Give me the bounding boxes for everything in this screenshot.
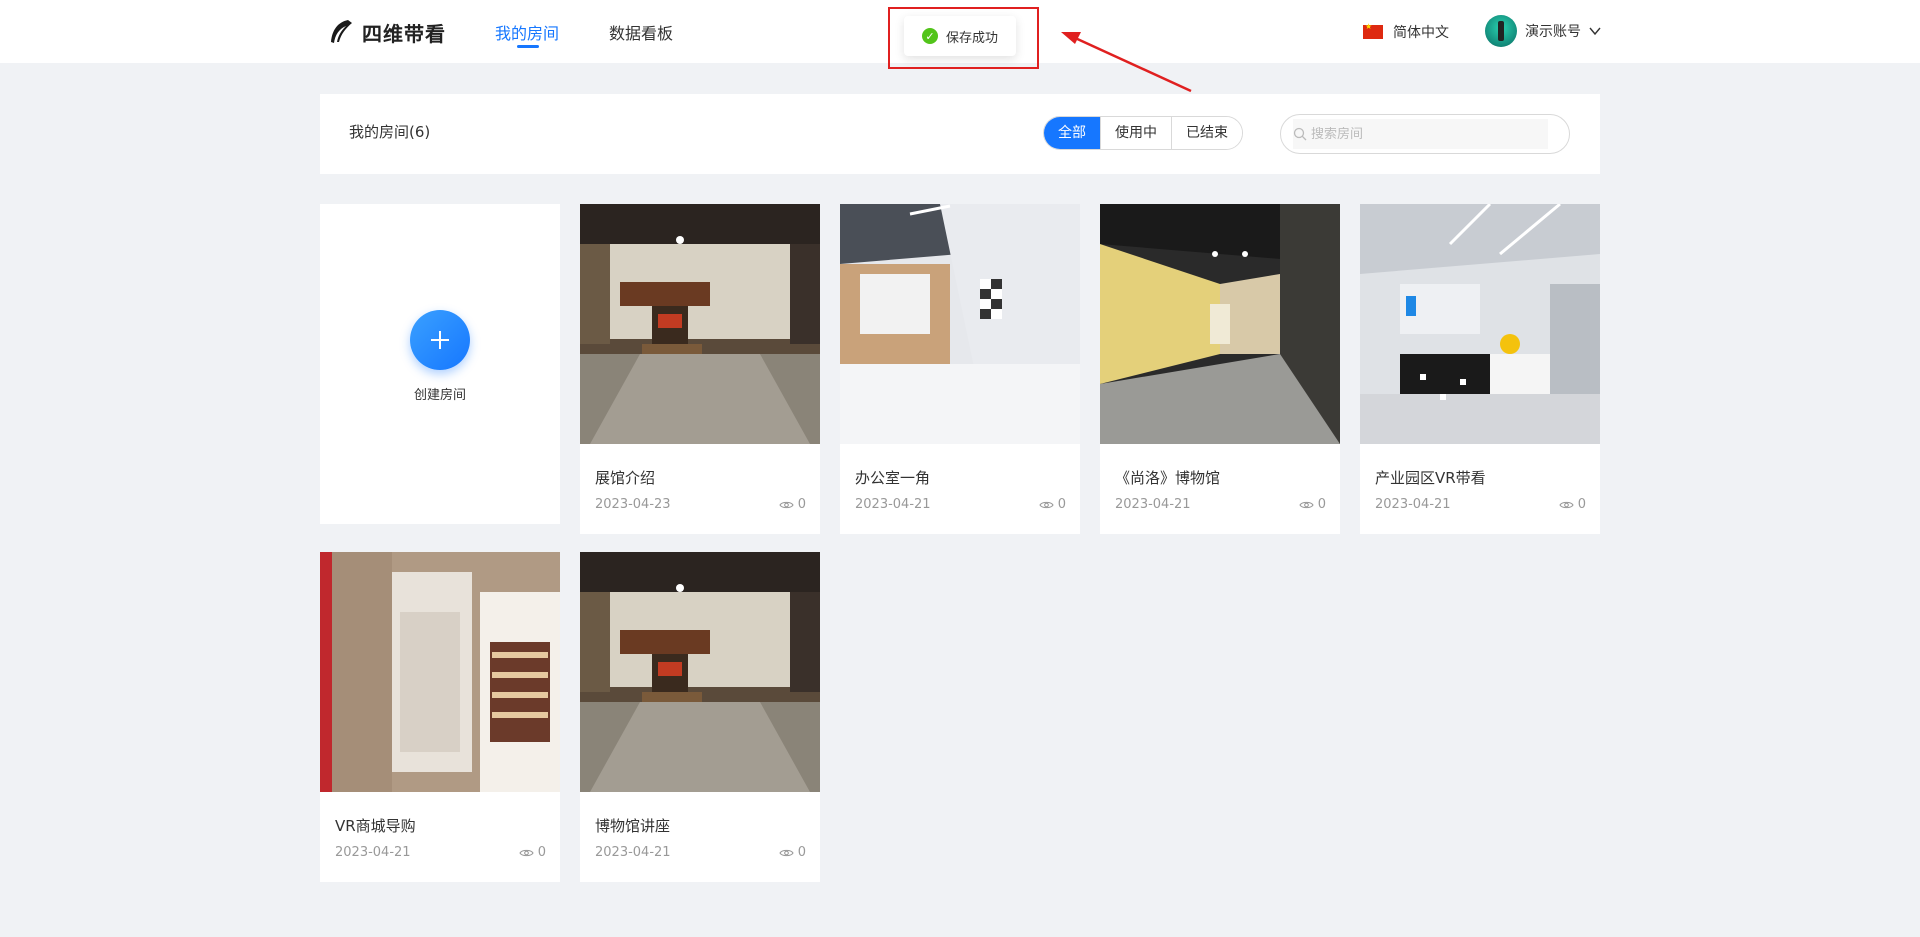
create-room-label: 创建房间 <box>413 388 466 403</box>
room-views-count: 0 <box>1577 497 1586 512</box>
search-box <box>1280 114 1570 154</box>
account-menu[interactable]: 演示账号 <box>1485 15 1601 47</box>
room-name: VR商城导购 <box>335 817 416 835</box>
room-views: 0 <box>779 497 806 512</box>
room-card[interactable]: VR商城导购 2023-04-21 0 <box>320 552 560 882</box>
nav-dashboard[interactable]: 数据看板 <box>609 20 673 44</box>
eye-icon <box>1559 501 1574 508</box>
room-views: 0 <box>519 845 546 860</box>
chevron-down-icon <box>1589 27 1601 36</box>
eye-icon <box>779 849 794 856</box>
room-views-count: 0 <box>1317 497 1326 512</box>
search-input[interactable] <box>1311 126 1531 142</box>
rooms-toolbar: 我的房间(6) 全部 使用中 已结束 <box>320 94 1600 174</box>
eye-icon <box>1039 501 1054 508</box>
create-room-card[interactable]: 创建房间 <box>320 204 560 524</box>
language-label: 简体中文 <box>1393 25 1449 41</box>
page-title: 我的房间(6) <box>349 123 431 141</box>
filter-active-button[interactable]: 使用中 <box>1101 117 1172 149</box>
nav-my-rooms[interactable]: 我的房间 <box>495 20 559 44</box>
create-room-button[interactable] <box>410 310 470 370</box>
china-flag-icon <box>1363 22 1383 39</box>
annotation-arrow-icon <box>1061 32 1192 93</box>
language-switcher[interactable]: 简体中文 <box>1363 22 1449 42</box>
room-views-count: 0 <box>797 845 806 860</box>
status-filter: 全部 使用中 已结束 <box>1043 116 1243 150</box>
room-card[interactable]: 《尚洛》博物馆 2023-04-21 0 <box>1100 204 1340 534</box>
plus-icon <box>431 331 449 349</box>
room-date: 2023-04-21 <box>335 845 411 860</box>
avatar <box>1485 15 1517 47</box>
room-views: 0 <box>1299 497 1326 512</box>
room-views: 0 <box>779 845 806 860</box>
room-date: 2023-04-23 <box>595 497 671 512</box>
room-thumbnail <box>1360 204 1600 444</box>
room-date: 2023-04-21 <box>1375 497 1451 512</box>
room-card[interactable]: 展馆介绍 2023-04-23 0 <box>580 204 820 534</box>
room-name: 办公室一角 <box>855 469 931 487</box>
room-card[interactable]: 办公室一角 2023-04-21 0 <box>840 204 1080 534</box>
room-views-count: 0 <box>797 497 806 512</box>
filter-ended-button[interactable]: 已结束 <box>1172 117 1242 149</box>
room-thumbnail <box>840 204 1080 444</box>
eye-icon <box>1299 501 1314 508</box>
feather-logo-icon <box>331 20 352 43</box>
room-card[interactable]: 产业园区VR带看 2023-04-21 0 <box>1360 204 1600 534</box>
eye-icon <box>519 849 534 856</box>
search-field <box>1293 119 1548 149</box>
room-date: 2023-04-21 <box>1115 497 1191 512</box>
annotation-highlight-box <box>888 7 1039 69</box>
room-views-count: 0 <box>1057 497 1066 512</box>
search-icon <box>1293 127 1307 141</box>
account-name: 演示账号 <box>1525 24 1581 40</box>
logo-text: 四维带看 <box>362 21 446 46</box>
room-card[interactable]: 博物馆讲座 2023-04-21 0 <box>580 552 820 882</box>
filter-all-button[interactable]: 全部 <box>1044 117 1101 149</box>
room-thumbnail <box>580 552 820 792</box>
room-date: 2023-04-21 <box>595 845 671 860</box>
room-views-count: 0 <box>537 845 546 860</box>
room-date: 2023-04-21 <box>855 497 931 512</box>
eye-icon <box>779 501 794 508</box>
room-name: 《尚洛》博物馆 <box>1115 469 1221 487</box>
room-thumbnail <box>580 204 820 444</box>
room-views: 0 <box>1559 497 1586 512</box>
room-thumbnail <box>320 552 560 792</box>
room-name: 博物馆讲座 <box>595 817 671 835</box>
room-name: 展馆介绍 <box>595 469 656 487</box>
room-thumbnail <box>1100 204 1340 444</box>
logo[interactable]: 四维带看 <box>326 17 446 47</box>
room-views: 0 <box>1039 497 1066 512</box>
nav-active-indicator <box>517 45 539 48</box>
room-name: 产业园区VR带看 <box>1375 469 1486 487</box>
